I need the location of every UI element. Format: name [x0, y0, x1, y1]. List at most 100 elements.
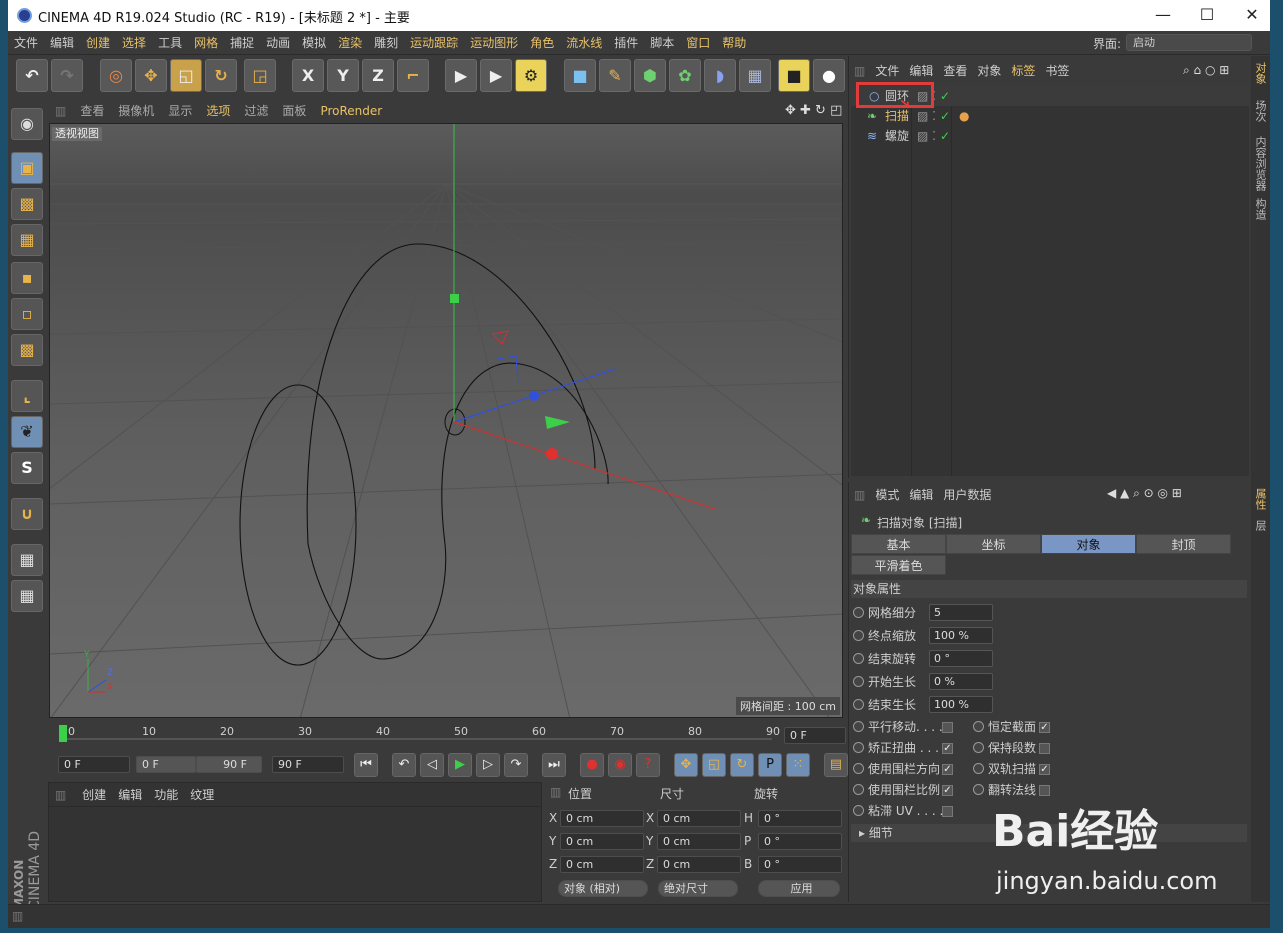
end-growth-field[interactable]: 100 % — [929, 696, 993, 713]
animate-radio[interactable] — [853, 699, 864, 710]
animate-radio[interactable] — [853, 784, 864, 795]
position-y-field[interactable]: 0 cm — [560, 833, 644, 850]
position-x-field[interactable]: 0 cm — [560, 810, 644, 827]
x-axis-handle[interactable] — [453, 421, 716, 510]
next-key-icon[interactable]: ↷ — [504, 753, 528, 777]
side-tab-attributes[interactable]: 属性 — [1253, 488, 1268, 510]
animate-radio[interactable] — [973, 784, 984, 795]
close-button[interactable]: ✕ — [1235, 4, 1269, 26]
animate-radio[interactable] — [973, 763, 984, 774]
range-end-field[interactable]: 90 F — [196, 756, 262, 773]
go-to-end-icon[interactable]: ⏭ — [542, 753, 566, 777]
material-menu-edit[interactable]: 编辑 — [112, 788, 148, 802]
coord-mode-select[interactable]: 对象 (相对) — [558, 880, 648, 897]
rotation-h-field[interactable]: 0 ° — [758, 810, 842, 827]
minimize-button[interactable]: — — [1146, 4, 1180, 26]
scale-icon[interactable]: ◱ — [170, 59, 202, 92]
menu-select[interactable]: 选择 — [116, 31, 152, 55]
tab-phong[interactable]: 平滑着色(Phong) — [851, 555, 946, 593]
position-z-field[interactable]: 0 cm — [560, 856, 644, 873]
playhead[interactable] — [59, 725, 67, 742]
material-menu-function[interactable]: 功能 — [148, 788, 184, 802]
layout-select[interactable]: 启动 — [1126, 34, 1252, 51]
point-level-key-icon[interactable]: ⁙ — [786, 753, 810, 777]
keyframe-selection-icon[interactable]: ? — [636, 753, 660, 777]
light-icon[interactable]: ● — [813, 59, 845, 92]
parameter-key-icon[interactable]: P — [758, 753, 782, 777]
viewport-menu-view[interactable]: 查看 — [73, 100, 111, 122]
z-axis-knob[interactable] — [529, 391, 539, 401]
animate-radio[interactable] — [853, 676, 864, 687]
visibility-toggle[interactable]: ▨ ⁚ — [917, 106, 936, 126]
autokey-icon[interactable]: ◉ — [608, 753, 632, 777]
move-icon[interactable]: ✥ — [135, 59, 167, 92]
enabled-check-icon[interactable]: ✓ — [940, 106, 950, 126]
menu-character[interactable]: 角色 — [524, 31, 560, 55]
animate-radio[interactable] — [853, 607, 864, 618]
perspective-viewport[interactable]: 透视视图 Y Z X 网格间距 : 100 cm — [49, 123, 843, 718]
object-menu-objects[interactable]: 对象 — [972, 56, 1006, 86]
menu-help[interactable]: 帮助 — [716, 31, 752, 55]
parallel-move-checkbox[interactable] — [942, 722, 953, 733]
timeline-ruler[interactable]: 0 10 20 30 40 50 60 70 80 90 0 F — [48, 720, 846, 748]
animate-radio[interactable] — [973, 742, 984, 753]
model-mode-icon[interactable]: ▣ — [11, 152, 43, 184]
previous-key-icon[interactable]: ↶ — [392, 753, 416, 777]
x-axis-knob[interactable] — [546, 448, 558, 460]
y-axis-knob[interactable] — [450, 294, 459, 303]
size-y-field[interactable]: 0 cm — [657, 833, 741, 850]
animate-radio[interactable] — [853, 630, 864, 641]
menu-window[interactable]: 窗口 — [680, 31, 716, 55]
material-menu-texture[interactable]: 纹理 — [184, 788, 220, 802]
x-axis-button[interactable]: X — [292, 59, 324, 92]
size-z-field[interactable]: 0 cm — [657, 856, 741, 873]
animate-radio[interactable] — [973, 721, 984, 732]
cloner-icon[interactable]: ✿ — [669, 59, 701, 92]
redo-button[interactable]: ↷ — [51, 59, 83, 92]
menu-edit[interactable]: 编辑 — [44, 31, 80, 55]
planar-workplane-icon[interactable]: ▦ — [11, 580, 43, 612]
tweak-mode-icon[interactable]: ❦ — [11, 416, 43, 448]
camera-icon[interactable]: ■ — [778, 59, 810, 92]
range-start-field[interactable]: 0 F — [136, 756, 196, 773]
tab-coord[interactable]: 坐标 — [946, 534, 1041, 554]
rotation-p-field[interactable]: 0 ° — [758, 833, 842, 850]
start-frame-field[interactable]: 0 F — [58, 756, 130, 773]
y-axis-button[interactable]: Y — [327, 59, 359, 92]
polygons-mode-icon[interactable]: ▩ — [11, 334, 43, 366]
solo-icon[interactable]: S — [11, 452, 43, 484]
z-axis-button[interactable]: Z — [362, 59, 394, 92]
animate-radio[interactable] — [853, 805, 864, 816]
rotate-icon[interactable]: ↻ — [205, 59, 237, 92]
visibility-toggle[interactable]: ▨ ⁚ — [917, 126, 936, 146]
rotation-b-field[interactable]: 0 ° — [758, 856, 842, 873]
undo-button[interactable]: ↶ — [16, 59, 48, 92]
viewport-menu-filter[interactable]: 过滤 — [237, 100, 275, 122]
stick-uv-checkbox[interactable] — [942, 806, 953, 817]
viewport-menu-cameras[interactable]: 摄像机 — [111, 100, 161, 122]
side-tab-layers[interactable]: 层 — [1253, 520, 1268, 531]
menu-create[interactable]: 创建 — [80, 31, 116, 55]
edges-mode-icon[interactable]: ▫ — [11, 298, 43, 330]
size-x-field[interactable]: 0 cm — [657, 810, 741, 827]
end-rotation-field[interactable]: 0 ° — [929, 650, 993, 667]
cube-icon[interactable]: ■ — [564, 59, 596, 92]
animate-radio[interactable] — [853, 653, 864, 664]
menu-mograph[interactable]: 运动图形 — [464, 31, 524, 55]
make-editable-icon[interactable]: ◉ — [11, 108, 43, 140]
viewport-nav-icons[interactable]: ✥ ✚ ↻ ◰ — [785, 103, 842, 118]
start-growth-field[interactable]: 0 % — [929, 673, 993, 690]
subdivision-field[interactable]: 5 — [929, 604, 993, 621]
menu-render[interactable]: 渲染 — [332, 31, 368, 55]
size-mode-select[interactable]: 绝对尺寸 — [658, 880, 738, 897]
render-settings-icon[interactable]: ⚙ — [515, 59, 547, 92]
enabled-check-icon[interactable]: ✓ — [940, 126, 950, 146]
banking-checkbox[interactable]: ✓ — [942, 743, 953, 754]
maximize-button[interactable]: ☐ — [1190, 4, 1224, 26]
snap-icon[interactable]: ∪ — [11, 498, 43, 530]
object-menu-view[interactable]: 查看 — [938, 56, 972, 86]
viewport-menu-display[interactable]: 显示 — [161, 100, 199, 122]
go-to-start-icon[interactable]: ⏮ — [354, 753, 378, 777]
menu-script[interactable]: 脚本 — [644, 31, 680, 55]
menu-mesh[interactable]: 网格 — [188, 31, 224, 55]
